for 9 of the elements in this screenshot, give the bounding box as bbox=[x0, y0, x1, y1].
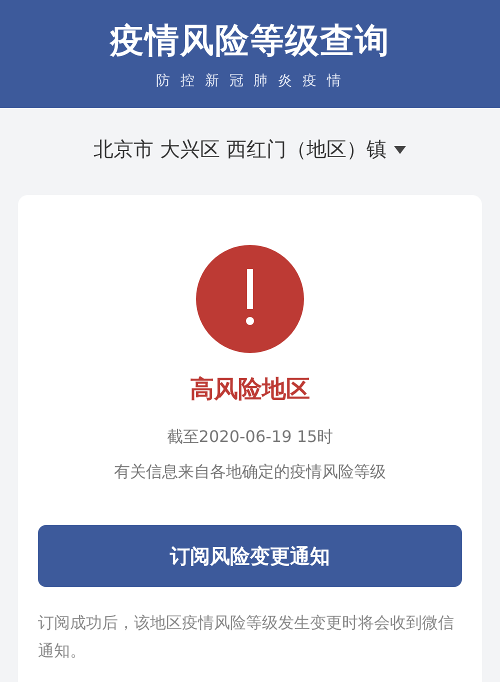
subscribe-button[interactable]: 订阅风险变更通知 bbox=[38, 525, 462, 587]
update-time: 截至2020-06-19 15时 bbox=[166, 427, 334, 448]
page-title: 疫情风险等级查询 bbox=[110, 20, 390, 63]
risk-level: 高风险地区 bbox=[190, 374, 310, 405]
page-subtitle: 防 控 新 冠 肺 炎 疫 情 bbox=[156, 72, 344, 90]
source-note: 有关信息来自各地确定的疫情风险等级 bbox=[114, 462, 386, 483]
location-selector[interactable]: 北京市 大兴区 西红门（地区）镇 bbox=[88, 132, 412, 167]
subscribe-note: 订阅成功后，该地区疫情风险等级发生变更时将会收到微信通知。 bbox=[38, 612, 455, 662]
caret-icon bbox=[394, 146, 406, 154]
